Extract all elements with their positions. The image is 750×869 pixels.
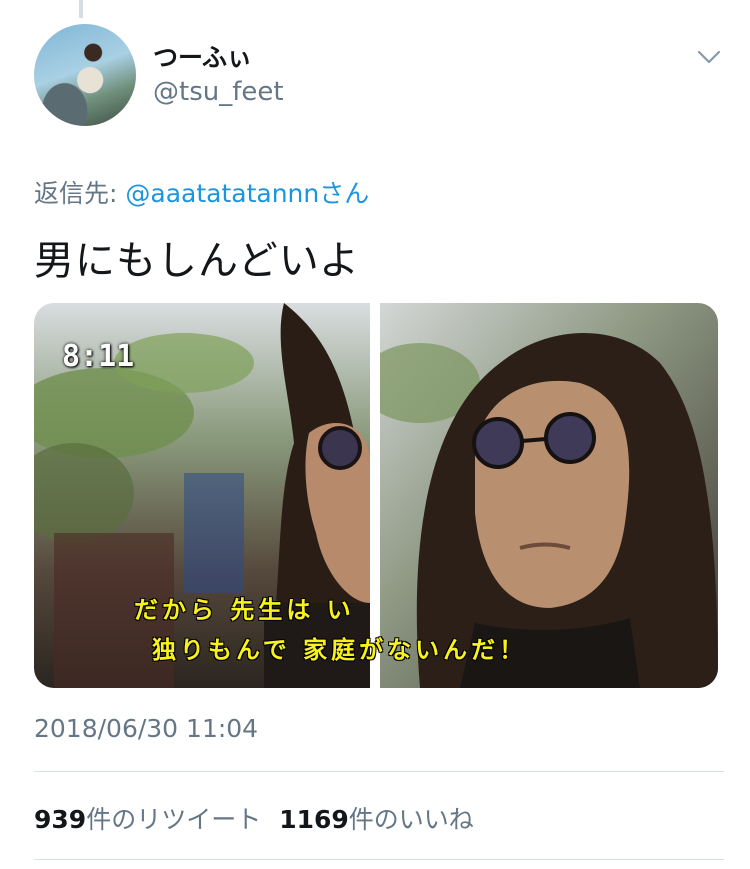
retweet-count: 939 [34,805,87,834]
retweet-label: 件のリツイート [86,805,262,834]
user-handle[interactable]: @tsu_feet [153,77,284,107]
tweet-media[interactable]: 8:11 だから 先生は い 独りもんで 家庭がないんだ！ [34,303,718,688]
like-label: 件のいいね [348,805,474,834]
video-clock-overlay: 8:11 [62,339,135,374]
subtitle-line-1: だから 先生は い [134,596,355,624]
thread-connector-line [79,0,83,18]
avatar[interactable] [34,24,136,126]
display-name[interactable]: つーふぃ [153,38,252,74]
retweet-stat[interactable]: 939件のリツイート [34,805,261,834]
divider [34,771,724,772]
tweet-timestamp[interactable]: 2018/06/30 11:04 [34,714,258,743]
reply-prefix: 返信先: [34,179,126,208]
divider [34,859,724,860]
tweet-text: 男にもしんどいよ [34,238,360,284]
reply-mention-link[interactable]: @aaatatatannnさん [125,179,369,208]
subtitle-line-2: 独りもんで 家庭がないんだ！ [152,636,528,664]
like-stat[interactable]: 1169件のいいね [279,805,474,834]
reply-context: 返信先: @aaatatatannnさん [34,174,369,210]
engagement-stats: 939件のリツイート 1169件のいいね [34,800,474,836]
like-count: 1169 [279,805,349,834]
chevron-down-icon[interactable] [694,46,724,68]
